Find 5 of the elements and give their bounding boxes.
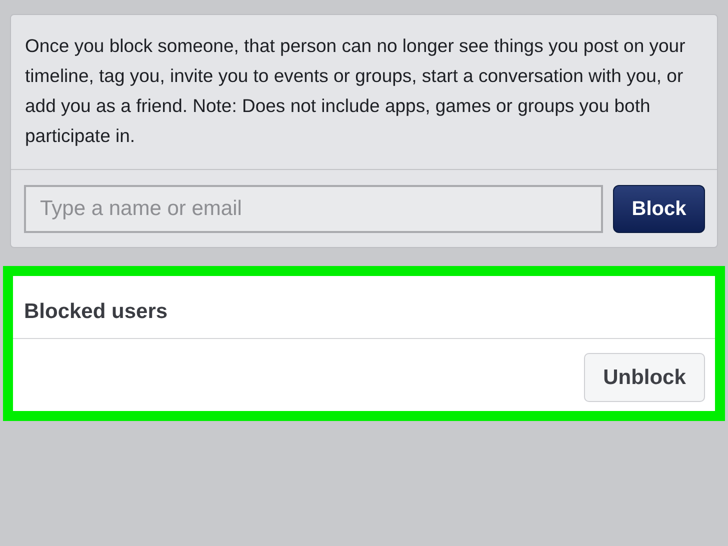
name-email-field[interactable]: Type a name or email (24, 185, 603, 233)
section-title: Blocked users (24, 300, 168, 323)
block-description: Once you block someone, that person can no longer see things you post on your timeline, tag you, invite you to events or groups, start a conversation with you, or add you as a friend. Note: Does not include apps, games or groups you both participate in. (11, 15, 717, 170)
unblock-button[interactable]: Unblock (584, 353, 705, 402)
block-button[interactable]: Block (613, 185, 705, 233)
